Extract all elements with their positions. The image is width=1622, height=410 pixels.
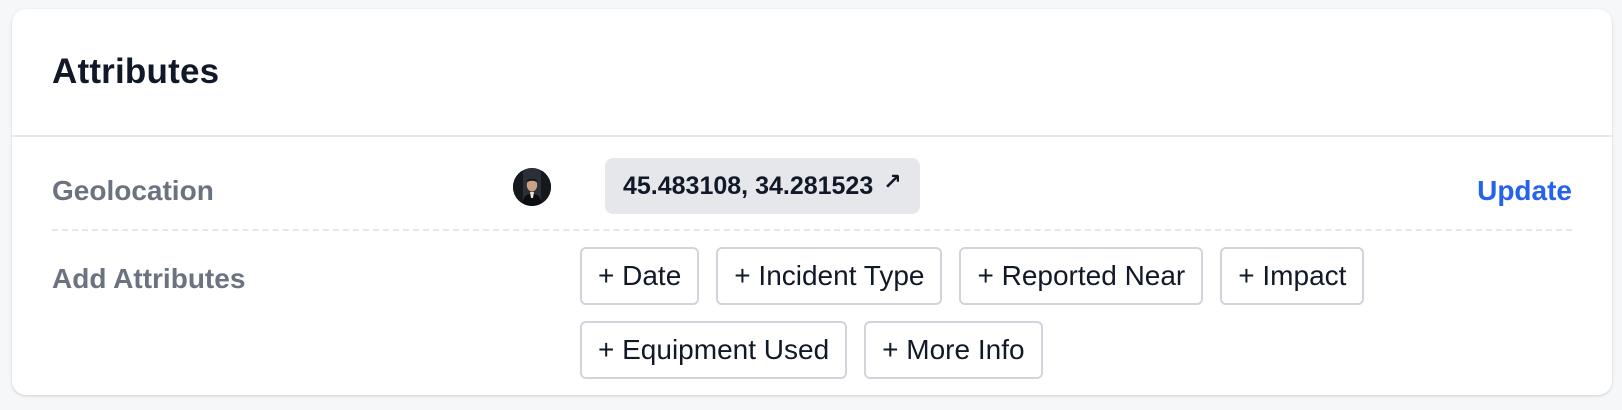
geolocation-link[interactable]: 45.483108, 34.281523 ↗ <box>605 158 920 214</box>
add-incident-type-button[interactable]: + Incident Type <box>716 247 943 305</box>
add-more-info-button[interactable]: + More Info <box>864 321 1043 379</box>
user-avatar-icon <box>513 168 551 206</box>
add-impact-button[interactable]: + Impact <box>1220 247 1365 305</box>
add-attributes-label: Add Attributes <box>52 263 246 294</box>
user-avatar <box>513 168 551 206</box>
card-header: Attributes <box>12 9 1612 137</box>
geolocation-row: Geolocation 45.483108, 34.281523 ↗ Updat… <box>52 139 1572 231</box>
add-date-button[interactable]: + Date <box>580 247 700 305</box>
add-equipment-used-button[interactable]: + Equipment Used <box>580 321 848 379</box>
geolocation-coordinates: 45.483108, 34.281523 <box>623 171 874 200</box>
geolocation-label: Geolocation <box>52 175 214 206</box>
card-title: Attributes <box>52 52 220 91</box>
external-link-arrow-icon: ↗ <box>883 169 902 194</box>
add-attribute-buttons: + Date + Incident Type + Reported Near +… <box>580 247 1400 379</box>
add-reported-near-button[interactable]: + Reported Near <box>959 247 1204 305</box>
update-geolocation-link[interactable]: Update <box>1477 175 1572 207</box>
add-attributes-row: Add Attributes + Date + Incident Type + … <box>52 231 1572 391</box>
attributes-card: Attributes Geolocation 45.483108, 34.281… <box>12 9 1612 395</box>
